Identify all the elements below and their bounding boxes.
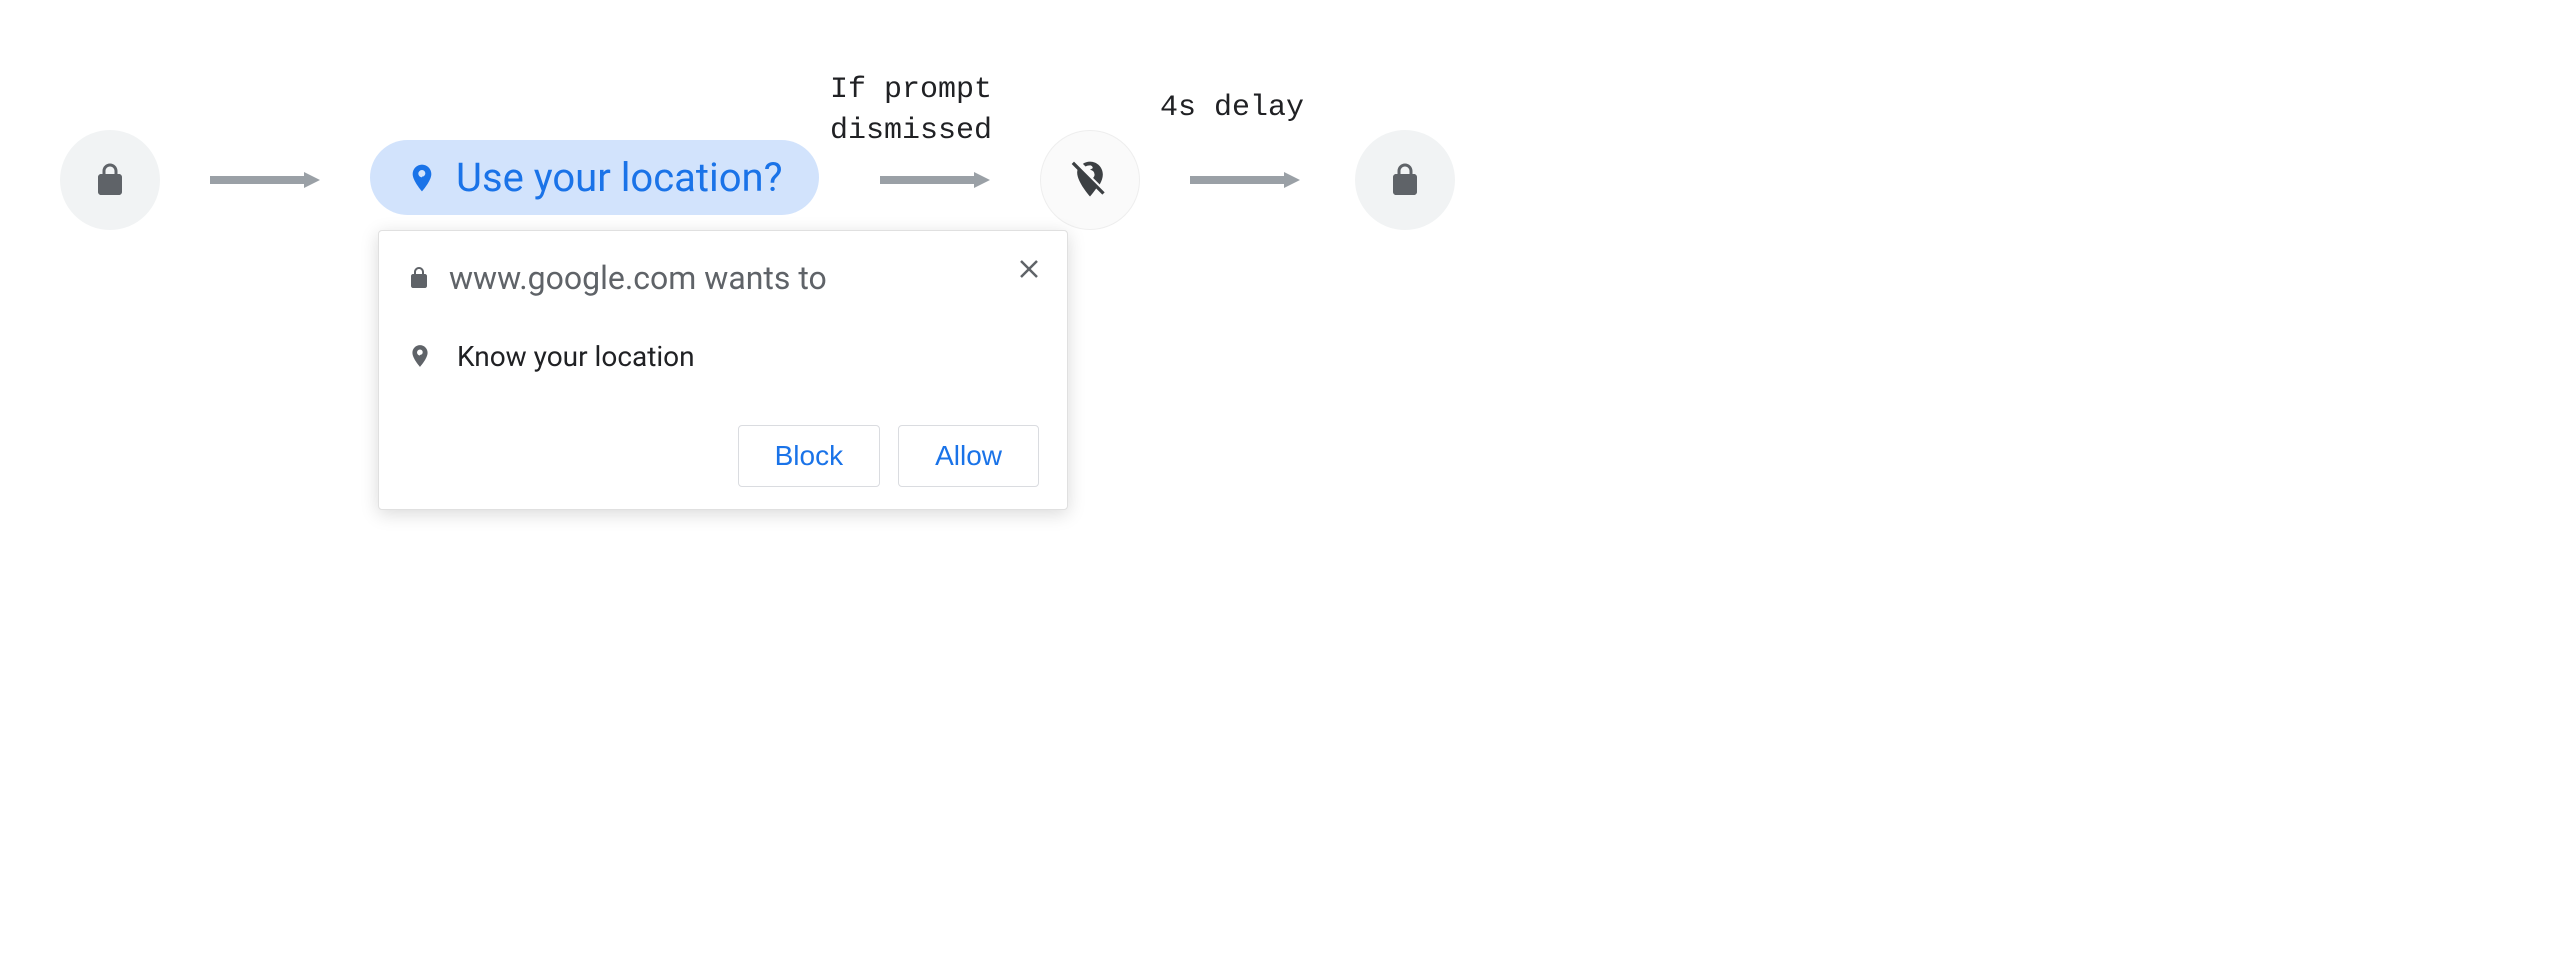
prompt-origin-text: www.google.com wants to xyxy=(449,259,827,297)
close-icon xyxy=(1017,257,1041,281)
arrow-1 xyxy=(210,172,320,188)
arrow-2 xyxy=(880,172,990,188)
location-off-icon xyxy=(1068,158,1112,202)
lock-icon xyxy=(407,264,431,292)
arrow-3 xyxy=(1190,172,1300,188)
prompt-permission-text: Know your location xyxy=(457,340,695,373)
lock-state-final xyxy=(1355,130,1455,230)
location-blocked-state xyxy=(1040,130,1140,230)
location-pin-icon xyxy=(407,339,433,373)
caption-dismissed: If prompt dismissed xyxy=(830,70,992,151)
location-pin-icon xyxy=(406,158,438,198)
block-button[interactable]: Block xyxy=(738,425,880,487)
lock-state-initial xyxy=(60,130,160,230)
close-button[interactable] xyxy=(1015,255,1043,283)
lock-icon xyxy=(1387,159,1423,201)
caption-delay: 4s delay xyxy=(1160,88,1304,129)
allow-button[interactable]: Allow xyxy=(898,425,1039,487)
prompt-header: www.google.com wants to xyxy=(407,259,1039,297)
prompt-permission-row: Know your location xyxy=(407,339,1039,373)
lock-icon xyxy=(92,159,128,201)
location-chip-label: Use your location? xyxy=(456,154,783,201)
permission-prompt: www.google.com wants to Know your locati… xyxy=(378,230,1068,510)
location-chip[interactable]: Use your location? xyxy=(370,140,819,215)
